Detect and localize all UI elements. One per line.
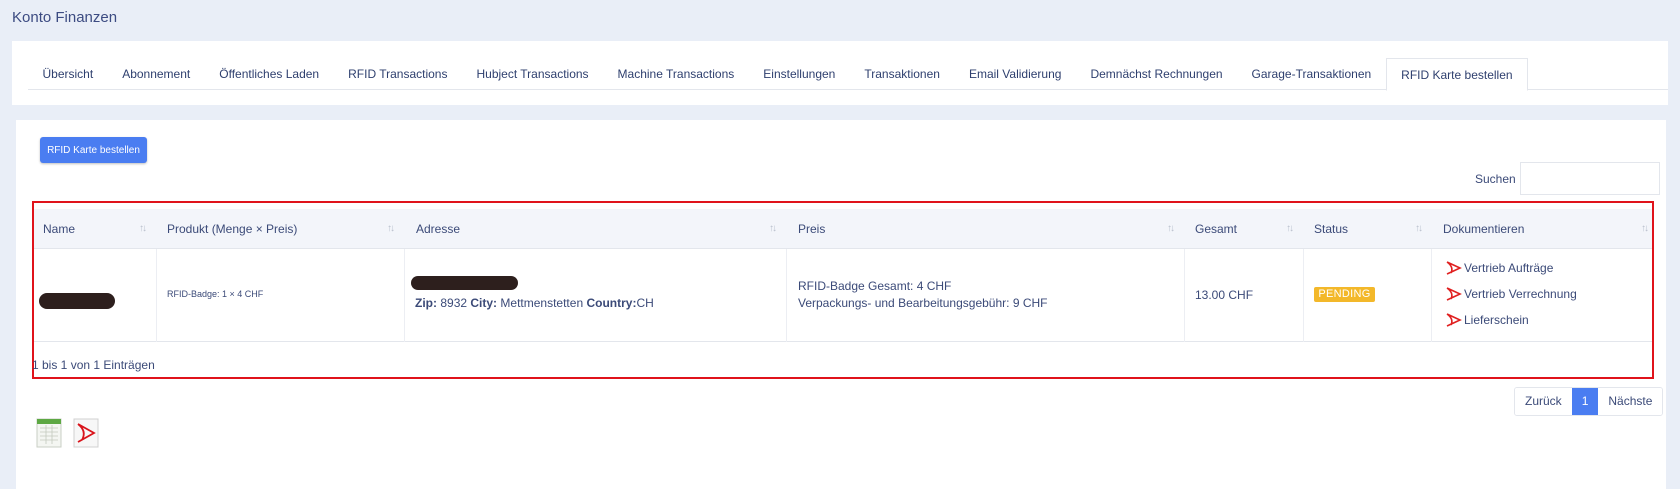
tab-demnaechst-rechnungen[interactable]: Demnächst Rechnungen [1076, 58, 1237, 90]
tab-einstellungen[interactable]: Einstellungen [749, 58, 850, 90]
search-label: Suchen [1475, 172, 1516, 186]
tab-uebersicht[interactable]: Übersicht [28, 58, 108, 90]
tabs-card: Übersicht Abonnement Öffentliches Laden … [12, 41, 1668, 105]
tab-abonnement[interactable]: Abonnement [108, 58, 205, 90]
excel-icon[interactable] [36, 418, 62, 448]
table-info: 1 bis 1 von 1 Einträgen [32, 358, 155, 372]
order-rfid-card-button[interactable]: RFID Karte bestellen [40, 137, 147, 163]
tab-rfid-karte-bestellen[interactable]: RFID Karte bestellen [1385, 58, 1529, 91]
tab-hubject-transactions[interactable]: Hubject Transactions [462, 58, 603, 90]
tab-email-validierung[interactable]: Email Validierung [954, 58, 1076, 90]
tab-oeffentliches-laden[interactable]: Öffentliches Laden [205, 58, 334, 90]
tab-transaktionen[interactable]: Transaktionen [850, 58, 955, 90]
search-input[interactable] [1520, 162, 1660, 195]
tab-bar: Übersicht Abonnement Öffentliches Laden … [28, 58, 1668, 91]
pagination-next[interactable]: Nächste [1598, 388, 1663, 415]
tab-machine-transactions[interactable]: Machine Transactions [603, 58, 749, 90]
tab-garage-transaktionen[interactable]: Garage-Transaktionen [1237, 58, 1386, 90]
pdf-icon[interactable] [73, 418, 99, 448]
highlight-box [32, 201, 1654, 379]
pagination: Zurück 1 Nächste [1514, 387, 1664, 416]
tab-rfid-transactions[interactable]: RFID Transactions [334, 58, 462, 90]
pagination-prev[interactable]: Zurück [1515, 388, 1572, 415]
page-title: Konto Finanzen [12, 9, 118, 26]
pagination-page-1[interactable]: 1 [1571, 388, 1599, 415]
